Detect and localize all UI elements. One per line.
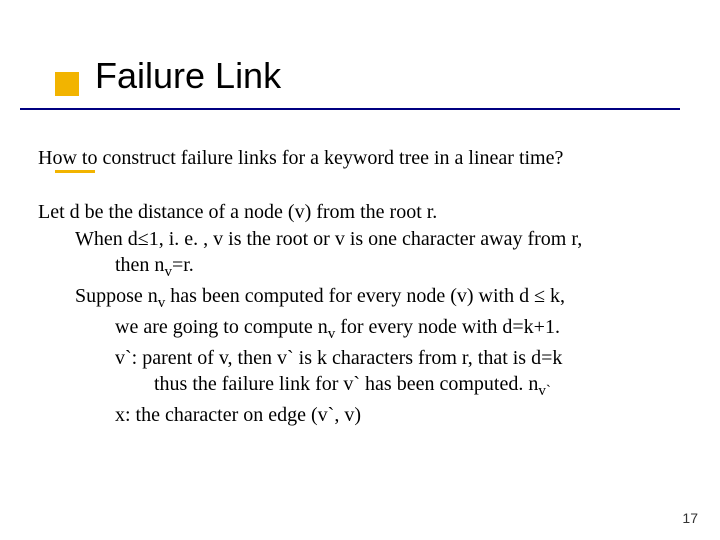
text: for every node with d=k+1.	[335, 316, 560, 338]
body-line: we are going to compute nv for every nod…	[115, 314, 720, 345]
slide-body: How to construct failure links for a key…	[0, 105, 720, 428]
question-text: How to construct failure links for a key…	[38, 145, 720, 171]
page-number: 17	[682, 510, 698, 526]
text: we are going to compute n	[115, 316, 328, 338]
body-line: Let d be the distance of a node (v) from…	[38, 199, 720, 225]
body-line: thus the failure link for v` has been co…	[154, 371, 720, 402]
text: Suppose n	[75, 285, 158, 307]
accent-square	[55, 72, 79, 96]
body-line: then nv=r.	[115, 252, 720, 283]
text: =r.	[172, 254, 194, 276]
body-line: x: the character on edge (v`, v)	[115, 402, 720, 428]
text: has been computed for every node (v) wit…	[165, 285, 565, 307]
text: thus the failure link for v` has been co…	[154, 373, 538, 395]
slide-title: Failure Link	[95, 55, 720, 105]
body-line: v`: parent of v, then v` is k characters…	[115, 345, 720, 371]
subscript: v	[164, 264, 172, 280]
accent-line	[55, 170, 95, 173]
body-line: When d≤1, i. e. , v is the root or v is …	[75, 226, 720, 252]
subscript: v`	[538, 383, 551, 399]
body-line: Suppose nv has been computed for every n…	[75, 283, 720, 314]
title-underline	[20, 108, 680, 110]
text: then n	[115, 254, 164, 276]
